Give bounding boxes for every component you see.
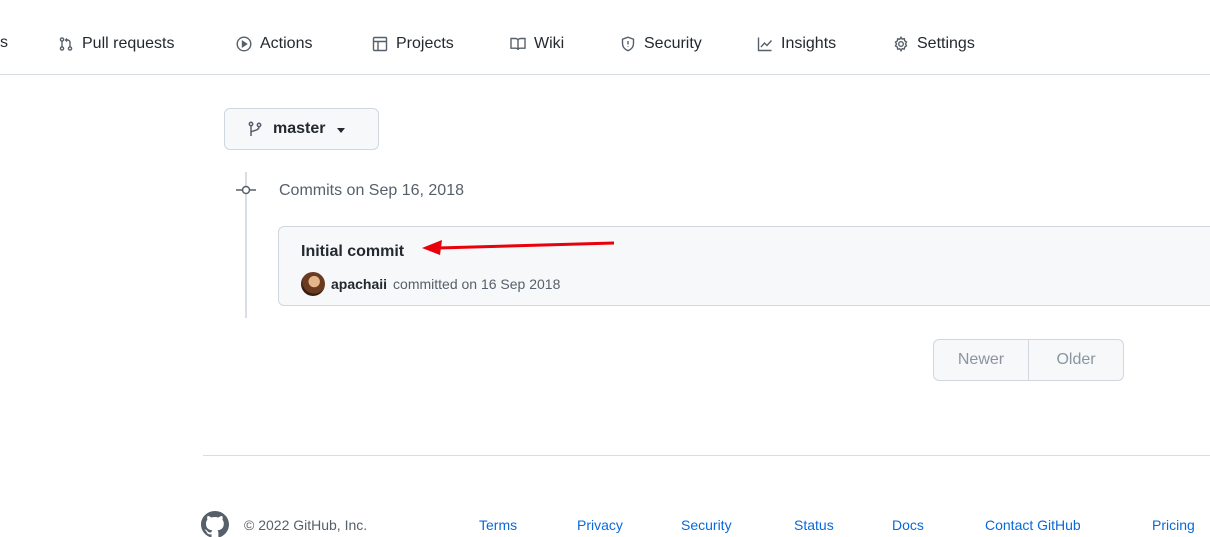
commit-author-link[interactable]: apachaii <box>331 276 387 292</box>
pull-request-icon <box>59 37 73 51</box>
avatar[interactable] <box>301 272 325 296</box>
tab-label: Actions <box>260 35 313 52</box>
chevron-down-icon <box>337 127 346 133</box>
tab-label: Security <box>644 35 702 52</box>
commit-list-item: Initial commit apachaii committed on 16 … <box>278 226 1210 306</box>
footer-copyright: © 2022 GitHub, Inc. <box>244 517 368 533</box>
tab-wiki[interactable]: Wiki <box>510 30 564 58</box>
book-icon <box>510 37 526 51</box>
footer-link-privacy[interactable]: Privacy <box>577 517 623 533</box>
repo-nav: s Pull requests Actions Projects Wiki Se… <box>0 0 1210 75</box>
tab-actions[interactable]: Actions <box>236 30 312 58</box>
commit-date-text: committed on 16 Sep 2018 <box>393 276 561 292</box>
commit-meta: apachaii committed on 16 Sep 2018 <box>301 272 560 296</box>
red-arrow-annotation <box>422 240 615 255</box>
footer-link-security[interactable]: Security <box>681 517 732 533</box>
gear-icon <box>894 36 908 52</box>
tab-security[interactable]: Security <box>620 30 702 58</box>
commit-node-icon <box>236 185 256 195</box>
footer-link-terms[interactable]: Terms <box>479 517 517 533</box>
commit-title-link[interactable]: Initial commit <box>301 243 404 261</box>
footer-link-status[interactable]: Status <box>794 517 834 533</box>
tab-label: Pull requests <box>82 35 175 52</box>
older-button[interactable]: Older <box>1028 340 1123 380</box>
tab-pull-requests[interactable]: Pull requests <box>58 30 175 58</box>
tab-settings[interactable]: Settings <box>893 30 975 58</box>
git-branch-icon <box>248 121 262 136</box>
branch-select-button[interactable]: master <box>224 108 379 150</box>
table-icon <box>372 36 388 52</box>
pagination: Newer Older <box>933 339 1124 381</box>
graph-icon <box>757 37 773 52</box>
tab-projects[interactable]: Projects <box>372 30 454 58</box>
tab-insights[interactable]: Insights <box>757 30 836 58</box>
nav-item-cut-off[interactable]: s <box>0 34 8 52</box>
shield-icon <box>621 36 635 52</box>
commits-date-heading: Commits on Sep 16, 2018 <box>279 182 464 199</box>
tab-label: Insights <box>781 35 837 52</box>
footer-link-contact[interactable]: Contact GitHub <box>985 517 1081 533</box>
newer-button[interactable]: Newer <box>934 340 1028 380</box>
tab-label: Settings <box>917 35 975 52</box>
github-logo-icon[interactable] <box>201 511 229 537</box>
footer-divider <box>203 455 1210 456</box>
play-icon <box>236 36 252 52</box>
branch-name: master <box>273 120 326 137</box>
tab-label: Projects <box>396 35 454 52</box>
footer-link-docs[interactable]: Docs <box>892 517 924 533</box>
tab-label: Wiki <box>534 35 565 52</box>
footer-link-pricing[interactable]: Pricing <box>1152 517 1195 533</box>
